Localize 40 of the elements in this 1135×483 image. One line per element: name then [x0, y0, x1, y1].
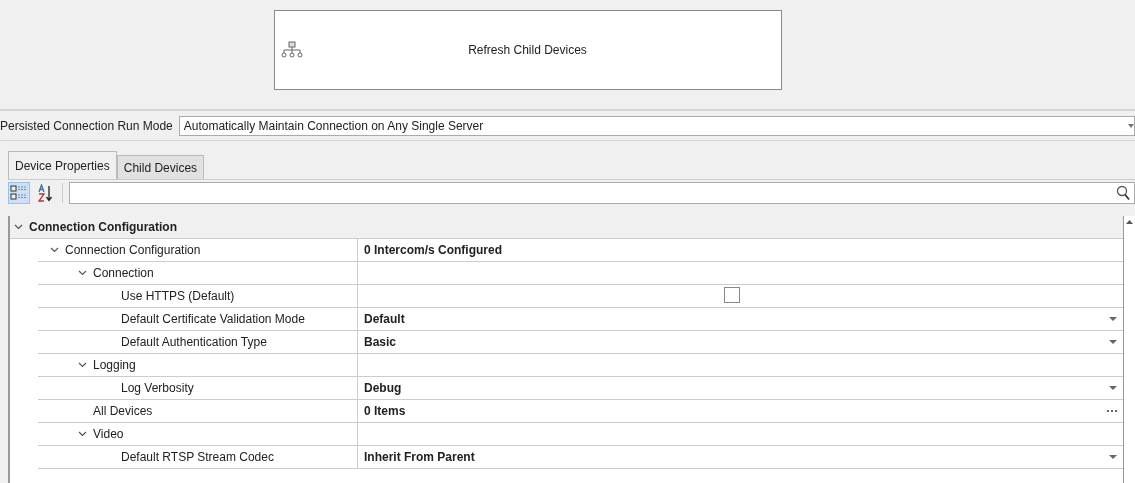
property-value: Debug [364, 381, 402, 395]
property-name: Connection [93, 266, 154, 280]
property-name: Default Authentication Type [121, 335, 267, 349]
categorized-view-button[interactable] [8, 182, 30, 204]
category-title: Connection Configuration [29, 220, 177, 234]
property-name: All Devices [93, 404, 153, 418]
dropdown-arrow-icon[interactable] [1109, 386, 1117, 390]
dropdown-arrow-icon[interactable] [1109, 455, 1117, 459]
device-tree-icon [280, 41, 303, 59]
property-value: Default [364, 312, 405, 326]
run-mode-dropdown[interactable]: Automatically Maintain Connection on Any Single Server [178, 116, 1135, 136]
property-value: 0 Intercom/s Configured [364, 243, 503, 257]
scroll-up-arrow-icon[interactable] [1126, 220, 1133, 224]
property-value: Basic [364, 335, 397, 349]
field-label: Persisted Connection Run Mode [0, 119, 174, 133]
property-name: Connection Configuration [65, 243, 201, 257]
property-name: Video [93, 427, 124, 441]
tab[interactable]: Child Devices [116, 155, 205, 179]
chevron-icon[interactable] [78, 431, 87, 437]
chevron-icon[interactable] [78, 270, 87, 276]
category-header[interactable]: Connection Configuration [10, 216, 1123, 239]
dropdown-arrow-icon[interactable] [1109, 317, 1117, 321]
checkbox[interactable] [724, 287, 740, 303]
chevron-icon[interactable] [14, 224, 23, 230]
scrollbar[interactable] [1123, 216, 1135, 483]
chevron-icon[interactable] [78, 362, 87, 368]
property-value: 0 Items [364, 404, 406, 418]
search-icon [1116, 185, 1130, 201]
property-name: Logging [93, 358, 136, 372]
property-name: Log Verbosity [121, 381, 194, 395]
dropdown-arrow-icon[interactable] [1109, 340, 1117, 344]
search-field[interactable] [69, 182, 1135, 204]
property-name: Default RTSP Stream Codec [121, 450, 274, 464]
dropdown-arrow-icon[interactable] [1128, 124, 1134, 128]
chevron-icon[interactable] [50, 247, 59, 253]
property-name: Use HTTPS (Default) [121, 289, 235, 303]
property-value: Inherit From Parent [364, 450, 475, 464]
refresh-child-devices-button[interactable]: Refresh Child Devices [273, 10, 782, 90]
tab[interactable]: Device Properties [8, 151, 117, 179]
property-name: Default Certificate Validation Mode [121, 312, 305, 326]
